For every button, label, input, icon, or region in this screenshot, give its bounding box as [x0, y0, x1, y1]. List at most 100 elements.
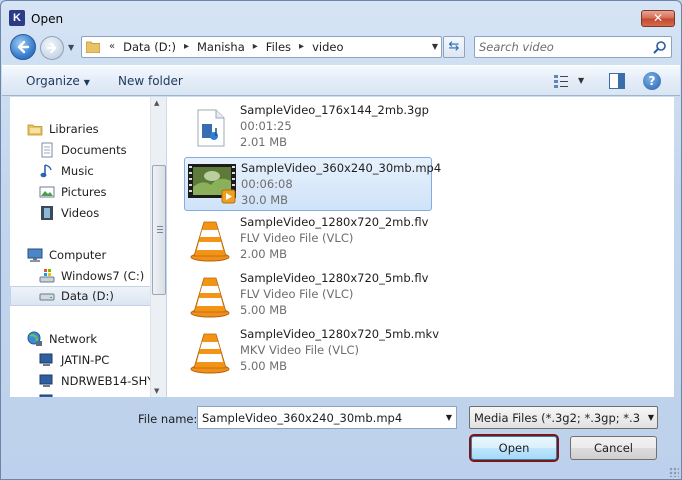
videos-icon [41, 206, 53, 220]
chevron-down-icon[interactable]: ▼ [446, 413, 452, 422]
chevron-down-icon[interactable]: ▼ [648, 413, 654, 422]
file-item[interactable]: SampleVideo_1280x720_5mb.mkv MKV Video F… [184, 324, 439, 378]
file-list: SampleVideo_176x144_2mb.3gp 00:01:25 2.0… [167, 97, 674, 397]
grip-icon [157, 226, 163, 233]
file-type: MKV Video File (VLC) [240, 343, 360, 357]
libraries-icon [27, 124, 43, 136]
close-button[interactable]: ✕ [641, 10, 675, 27]
chevron-down-icon: ▼ [83, 78, 90, 87]
breadcrumb-item[interactable]: Data (D:) [120, 40, 179, 54]
nav-label: Libraries [49, 122, 99, 136]
file-item-selected[interactable]: SampleVideo_360x240_30mb.mp4 00:06:08 30… [184, 157, 441, 211]
preview-pane-icon[interactable] [609, 73, 625, 89]
file-length: 00:06:08 [241, 177, 293, 191]
file-name: SampleVideo_1280x720_5mb.mkv [240, 327, 440, 341]
network-icon [27, 331, 42, 346]
refresh-icon: ⇆ [448, 39, 460, 54]
file-name-combobox[interactable]: ▼ [197, 406, 457, 429]
nav-pictures[interactable]: Pictures [39, 182, 164, 202]
refresh-button[interactable]: ⇆ [443, 36, 465, 58]
back-button[interactable] [10, 34, 36, 60]
file-length: 00:01:25 [240, 119, 292, 133]
nav-more[interactable] [39, 391, 164, 397]
search-box[interactable] [474, 36, 672, 58]
scroll-up-icon[interactable]: ▲ [154, 99, 159, 107]
view-dropdown[interactable]: ▼ [578, 76, 584, 85]
forward-arrow-icon [46, 42, 57, 54]
close-icon: ✕ [652, 11, 664, 25]
nav-libraries[interactable]: Libraries [27, 119, 164, 139]
file-size: 30.0 MB [241, 193, 289, 207]
organize-button[interactable]: Organize ▼ [26, 74, 90, 88]
file-item[interactable]: SampleVideo_1280x720_5mb.flv FLV Video F… [184, 268, 432, 322]
cancel-button[interactable]: Cancel [570, 436, 657, 460]
nav-music[interactable]: Music [39, 161, 164, 181]
nav-label: Data (D:) [61, 289, 114, 303]
forward-button[interactable] [40, 36, 64, 60]
media-file-icon [197, 109, 225, 147]
window-title: Open [31, 12, 64, 26]
breadcrumb-separator-icon[interactable]: ▸ [248, 40, 263, 54]
file-type-filter[interactable]: Media Files (*.3g2; *.3gp; *.3gp2 ▼ [469, 406, 658, 429]
file-size: 2.00 MB [240, 247, 288, 261]
nav-label: JATIN-PC [61, 353, 110, 367]
search-input[interactable] [479, 39, 649, 55]
nav-label: Computer [49, 248, 107, 262]
nav-documents[interactable]: Documents [39, 140, 164, 160]
music-icon [40, 164, 52, 178]
help-icon[interactable]: ? [643, 72, 661, 90]
back-arrow-icon [17, 40, 30, 54]
nav-ndrweb14[interactable]: NDRWEB14-SHYA [39, 371, 164, 391]
computer-icon [27, 248, 43, 262]
nav-label: Music [61, 164, 94, 178]
video-thumbnail-icon [188, 164, 236, 204]
pc-icon [39, 394, 53, 397]
file-size: 5.00 MB [240, 303, 288, 317]
nav-network[interactable]: Network [27, 329, 164, 349]
file-name-label: File name: [138, 412, 198, 426]
breadcrumb-item[interactable]: Manisha [194, 40, 248, 54]
breadcrumb-separator-icon[interactable]: ▸ [294, 40, 309, 54]
vlc-cone-icon [190, 333, 230, 374]
pictures-icon [39, 186, 55, 198]
organize-label: Organize [26, 74, 80, 88]
pc-icon [39, 374, 53, 387]
breadcrumb-separator-icon[interactable]: ▸ [179, 40, 194, 54]
nav-data-drive[interactable]: Data (D:) [10, 286, 159, 306]
nav-label: Documents [61, 143, 127, 157]
scroll-down-icon[interactable]: ▼ [154, 387, 159, 395]
command-bar: Organize ▼ New folder ▼ ? [2, 65, 680, 96]
file-item[interactable]: SampleVideo_176x144_2mb.3gp 00:01:25 2.0… [184, 100, 432, 154]
folder-icon [86, 41, 100, 53]
address-bar[interactable]: « Data (D:) ▸ Manisha ▸ Files ▸ video ▼ [81, 36, 442, 58]
resize-grip-icon[interactable] [669, 467, 679, 477]
file-size: 5.00 MB [240, 359, 288, 373]
breadcrumb-item[interactable]: video [309, 40, 346, 54]
drive-icon [39, 293, 55, 301]
new-folder-button[interactable]: New folder [118, 74, 183, 88]
nav-label: Windows7 (C:) [61, 269, 145, 283]
scrollbar-thumb[interactable] [152, 165, 166, 295]
nav-videos[interactable]: Videos [39, 203, 164, 223]
documents-icon [41, 142, 53, 158]
breadcrumb-item[interactable]: Files [263, 40, 294, 54]
file-type: FLV Video File (VLC) [240, 231, 354, 245]
nav-scrollbar[interactable]: ▲ ▼ [150, 97, 166, 397]
search-icon[interactable] [653, 40, 667, 54]
address-dropdown[interactable]: ▼ [432, 42, 438, 51]
nav-label: NDRWEB14-SHYA [61, 374, 162, 388]
navigation-pane: Libraries Documents Music Pictures Video… [10, 97, 164, 397]
recent-locations-dropdown[interactable]: ▼ [68, 43, 76, 52]
breadcrumb: « Data (D:) ▸ Manisha ▸ Files ▸ video [104, 40, 347, 54]
open-button[interactable]: Open [469, 434, 559, 462]
nav-jatin-pc[interactable]: JATIN-PC [39, 350, 164, 370]
file-item[interactable]: SampleVideo_1280x720_2mb.flv FLV Video F… [184, 212, 432, 266]
breadcrumb-overflow[interactable]: « [104, 40, 120, 54]
nav-label: Videos [61, 206, 100, 220]
file-size: 2.01 MB [240, 135, 288, 149]
nav-computer[interactable]: Computer [27, 245, 164, 265]
nav-windows7-drive[interactable]: Windows7 (C:) [39, 266, 164, 286]
vlc-cone-icon [190, 277, 230, 318]
file-name-field[interactable] [202, 410, 432, 426]
view-options-icon[interactable] [553, 73, 569, 89]
